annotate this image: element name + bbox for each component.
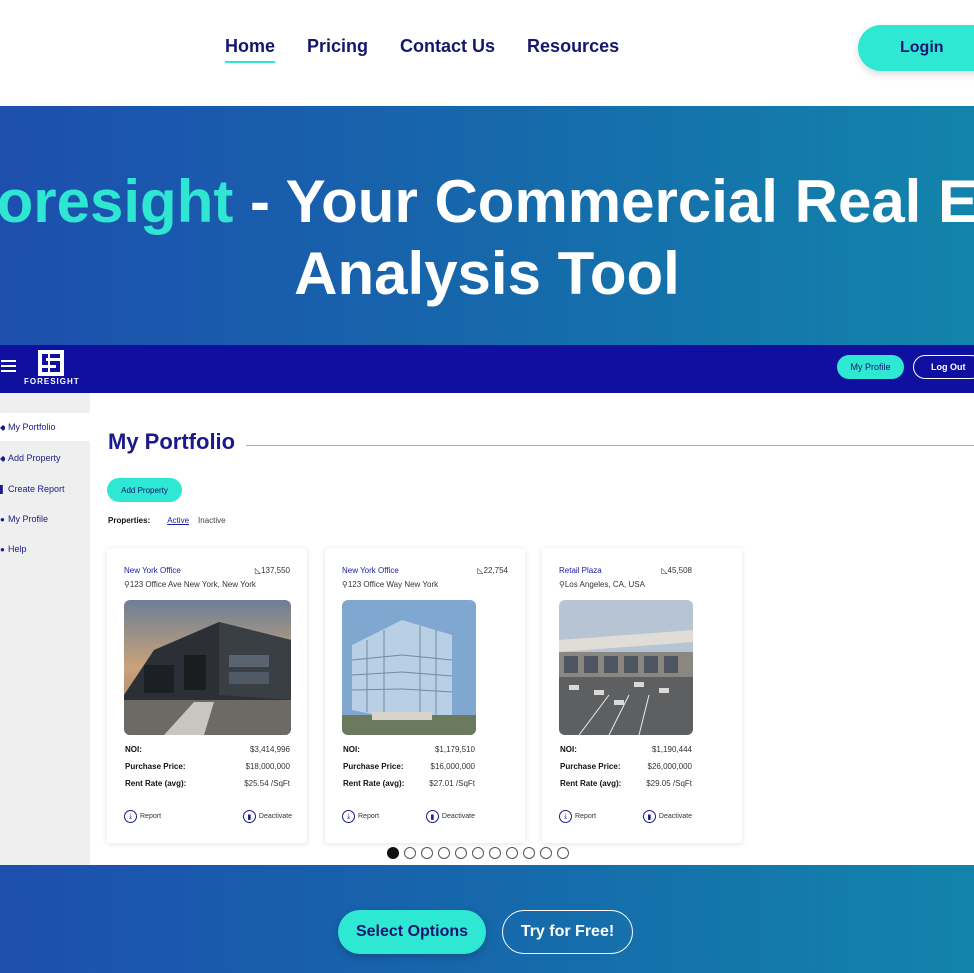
sidebar-item-add-property[interactable]: ◆ Add Property — [0, 444, 90, 472]
carousel-pagination — [387, 847, 569, 859]
hero-section: Foresight - Your Commercial Real Estate … — [0, 106, 974, 973]
hamburger-menu-icon[interactable] — [1, 360, 16, 372]
top-nav: Home Pricing Contact Us Resources Login — [0, 0, 974, 106]
logo-text: FORESIGHT — [24, 377, 80, 386]
trash-icon: ▮ — [242, 810, 256, 823]
noi-value: $3,414,996 — [249, 745, 290, 754]
property-card[interactable]: Retail Plaza ◺45,508 ⚲Los Angeles, CA, U… — [542, 548, 742, 843]
property-card[interactable]: New York Office ◺22,754 ⚲123 Office Way … — [325, 548, 525, 843]
properties-filter: Properties: Active Inactive — [108, 516, 226, 525]
pagination-dot[interactable] — [540, 847, 552, 859]
property-sqft: ◺45,508 — [661, 566, 692, 575]
filter-active-tab[interactable]: Active — [167, 516, 189, 525]
property-card[interactable]: New York Office ◺137,550 ⚲123 Office Ave… — [107, 548, 307, 843]
sidebar-item-label: Help — [8, 544, 27, 554]
properties-label: Properties: — [108, 516, 151, 525]
report-button[interactable]: ⤓ Report — [124, 810, 161, 823]
pagination-dot[interactable] — [472, 847, 484, 859]
price-value: $26,000,000 — [647, 762, 693, 771]
nav-links: Home Pricing Contact Us Resources — [225, 36, 619, 63]
pagination-dot[interactable] — [557, 847, 569, 859]
hero-title-rest: - Your Commercial Real Estate — [250, 168, 974, 235]
rent-value: $27.01 /SqFt — [429, 779, 475, 788]
pagination-dot[interactable] — [438, 847, 450, 859]
property-name[interactable]: New York Office — [342, 566, 399, 575]
hero-title-accent: Foresight — [0, 168, 234, 235]
property-image — [342, 600, 476, 735]
try-free-button[interactable]: Try for Free! — [502, 910, 633, 954]
property-address: ⚲123 Office Way New York — [342, 580, 439, 589]
nav-home-link[interactable]: Home — [225, 36, 276, 63]
sidebar-item-help[interactable]: ● Help — [0, 535, 90, 563]
property-sqft: ◺137,550 — [254, 566, 290, 575]
nav-contact-link[interactable]: Contact Us — [400, 36, 495, 63]
noi-value: $1,190,444 — [651, 745, 692, 754]
rent-value: $29.05 /SqFt — [646, 779, 692, 788]
pagination-dot[interactable] — [404, 847, 416, 859]
property-image — [559, 600, 693, 735]
deactivate-button[interactable]: ▮ Deactivate — [642, 810, 692, 823]
property-address: ⚲Los Angeles, CA, USA — [559, 580, 645, 589]
my-profile-button[interactable]: My Profile — [837, 355, 904, 379]
sidebar-item-label: My Profile — [8, 514, 49, 524]
price-value: $18,000,000 — [245, 762, 291, 771]
property-stats: NOI: $1,190,444 Purchase Price: $26,000,00… — [560, 745, 692, 796]
add-property-button[interactable]: Add Property — [107, 478, 182, 502]
pagination-dot[interactable] — [421, 847, 433, 859]
property-name[interactable]: Retail Plaza — [559, 566, 602, 575]
card-actions: ⤓ Report ▮ Deactivate — [342, 810, 475, 823]
property-stats: NOI: $1,179,510 Purchase Price: $16,000,00… — [343, 745, 475, 796]
sidebar-item-my-portfolio[interactable]: ◆ My Portfolio — [0, 413, 90, 441]
pagination-dot[interactable] — [387, 847, 399, 859]
property-address: ⚲123 Office Ave New York, New York — [124, 580, 256, 589]
pagination-dot[interactable] — [523, 847, 535, 859]
download-icon: ⤓ — [342, 810, 355, 823]
download-icon: ⤓ — [559, 810, 572, 823]
card-actions: ⤓ Report ▮ Deactivate — [559, 810, 692, 823]
report-button[interactable]: ⤓ Report — [342, 810, 379, 823]
profile-icon: ● — [0, 514, 5, 524]
property-stats: NOI: $3,414,996 Purchase Price: $18,000,00… — [125, 745, 290, 796]
noi-value: $1,179,510 — [434, 745, 475, 754]
add-icon: ◆ — [0, 453, 5, 463]
property-sqft: ◺22,754 — [477, 566, 508, 575]
sidebar-item-label: Create Report — [8, 484, 65, 494]
foresight-logo-icon — [38, 350, 64, 376]
app-header: FORESIGHT My Profile Log Out — [0, 345, 974, 393]
hero-title: Foresight - Your Commercial Real Estate … — [0, 166, 974, 310]
deactivate-button[interactable]: ▮ Deactivate — [242, 810, 292, 823]
logout-button[interactable]: Log Out — [913, 355, 974, 379]
nav-pricing-link[interactable]: Pricing — [307, 36, 368, 63]
property-name[interactable]: New York Office — [124, 566, 181, 575]
login-button[interactable]: Login — [858, 25, 974, 71]
app-preview: FORESIGHT My Profile Log Out ◆ My Portfo… — [0, 345, 974, 865]
portfolio-icon: ◆ — [0, 422, 5, 432]
select-options-button[interactable]: Select Options — [338, 910, 486, 954]
title-divider — [246, 445, 974, 446]
pagination-dot[interactable] — [506, 847, 518, 859]
deactivate-button[interactable]: ▮ Deactivate — [425, 810, 475, 823]
hero-title-line2: Analysis Tool — [294, 240, 680, 307]
sidebar-item-create-report[interactable]: ▌ Create Report — [0, 475, 90, 503]
pagination-dot[interactable] — [455, 847, 467, 859]
card-actions: ⤓ Report ▮ Deactivate — [124, 810, 292, 823]
rent-value: $25.54 /SqFt — [244, 779, 290, 788]
sidebar-item-label: Add Property — [8, 453, 61, 463]
property-image — [124, 600, 291, 735]
page-title: My Portfolio — [108, 429, 236, 454]
nav-resources-link[interactable]: Resources — [527, 36, 619, 63]
sidebar-item-my-profile[interactable]: ● My Profile — [0, 505, 90, 533]
trash-icon: ▮ — [642, 810, 656, 823]
download-icon: ⤓ — [124, 810, 137, 823]
sidebar-item-label: My Portfolio — [8, 422, 56, 432]
pagination-dot[interactable] — [489, 847, 501, 859]
report-icon: ▌ — [0, 484, 5, 494]
filter-inactive-tab[interactable]: Inactive — [198, 516, 226, 525]
help-icon: ● — [0, 544, 5, 554]
sidebar: ◆ My Portfolio ◆ Add Property ▌ Create R… — [0, 393, 90, 865]
price-value: $16,000,000 — [430, 762, 476, 771]
report-button[interactable]: ⤓ Report — [559, 810, 596, 823]
trash-icon: ▮ — [425, 810, 439, 823]
